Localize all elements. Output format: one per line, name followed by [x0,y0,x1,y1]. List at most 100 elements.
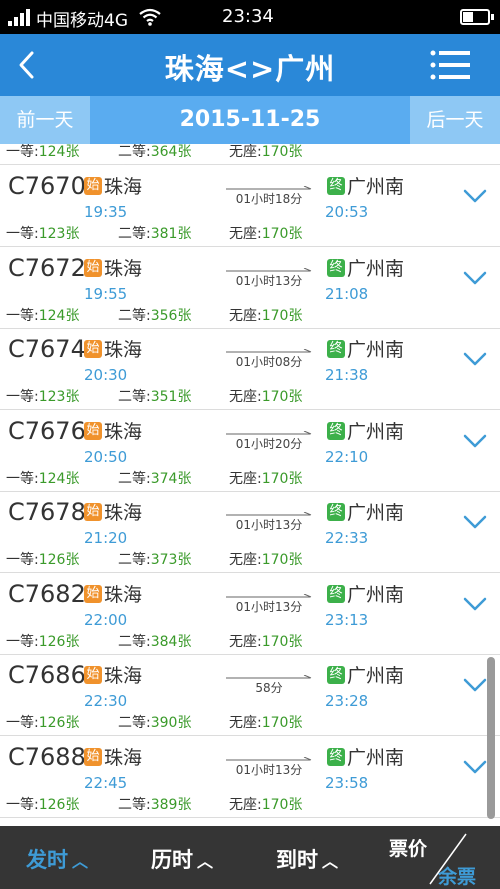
train-number: C7676 [8,416,86,445]
chevron-down-icon[interactable] [463,515,487,529]
standing-seats: 无座:170张 [229,389,303,405]
prev-day-button[interactable]: 前一天 [0,96,90,144]
sort-arrival-label: 到时 [276,848,318,872]
chevron-down-icon[interactable] [463,352,487,366]
standing-seats: 无座:170张 [229,552,303,568]
start-station-badge: 始 [84,503,102,521]
scrollbar[interactable] [487,657,495,819]
second-class-seats: 二等:389张 [118,796,192,813]
train-number: C7674 [8,335,86,363]
second-class-seats: 二等:381张 [118,226,192,242]
second-class-seats: 二等:364张 [118,144,192,160]
second-class-seats: 二等:374张 [118,470,192,487]
end-station-badge: 终 [327,666,345,684]
second-class-seats: 二等:373张 [118,552,192,568]
train-row[interactable]: C7682 始珠海 22:00 01小时13分 终广州南 23:13 一等:126张 二等:3… [0,574,500,655]
train-row[interactable]: C7674 始珠海 20:30 01小时08分 终广州南 21:38 一等:123张 二等:3… [0,329,500,410]
sort-duration-button[interactable]: 历时 ︿ [151,844,213,874]
chevron-down-icon[interactable] [463,597,487,611]
chevron-down-icon[interactable] [463,189,487,203]
start-station-badge: 始 [84,584,102,603]
arrival-time: 22:10 [325,447,369,466]
standing-seats: 无座:170张 [229,226,303,242]
duration: 01小时13分 [235,518,303,532]
train-number: C7682 [8,579,86,608]
end-station-badge: 终 [327,421,345,440]
departure-time: 22:45 [84,773,128,792]
to-station: 广州南 [347,420,405,443]
first-class-seats: 一等:126张 [6,715,80,731]
wifi-icon [139,8,161,26]
train-list: 一等:124张 二等:364张 无座:170张 C7670 始珠海 19:35 01小… [0,144,500,826]
duration: 01小时08分 [235,355,303,369]
duration: 01小时13分 [235,273,303,288]
first-class-seats: 一等:124张 [6,144,80,160]
train-number: C7686 [8,661,86,689]
train-number: C7670 [8,172,86,200]
end-station-badge: 终 [327,584,345,603]
train-row[interactable]: C7672 始珠海 19:55 01小时13分 终广州南 21:08 一等:124张 二等:3… [0,248,500,329]
chevron-down-icon[interactable] [463,271,487,285]
from-station: 珠海 [104,176,143,198]
from-station: 珠海 [104,339,143,361]
to-station: 广州南 [347,665,405,687]
next-day-button[interactable]: 后一天 [410,96,500,144]
end-station-badge: 终 [327,503,345,521]
start-station-badge: 始 [84,177,102,195]
chevron-down-icon[interactable] [463,434,487,448]
arrival-time: 23:13 [325,610,369,629]
sort-fare-button[interactable]: 票价 [389,834,427,861]
status-bar: 中国移动4G 23:34 [0,0,500,34]
second-class-seats: 二等:390张 [118,715,192,731]
from-station: 珠海 [104,583,143,606]
chevron-down-icon[interactable] [463,678,487,692]
departure-time: 19:55 [84,284,128,303]
train-row[interactable]: C7676 始珠海 20:50 01小时20分 终广州南 22:10 一等:124张 二等:3… [0,411,500,492]
from-station: 珠海 [104,746,143,769]
first-class-seats: 一等:124张 [6,470,80,487]
standing-seats: 无座:170张 [229,796,303,813]
battery-icon [460,9,494,25]
train-row[interactable]: C7688 始珠海 22:45 01小时13分 终广州南 23:58 一等:126张 二等:3… [0,737,500,818]
to-station: 广州南 [347,502,405,524]
first-class-seats: 一等:126张 [6,552,80,568]
train-row[interactable]: C7670 始珠海 19:35 01小时18分 终广州南 20:53 一等:123张 二等:3… [0,166,500,247]
sort-arrival-button[interactable]: 到时 ︿ [276,844,338,874]
menu-icon[interactable] [430,48,472,82]
first-class-seats: 一等:123张 [6,389,80,405]
divider-slash [429,833,467,885]
to-station: 广州南 [347,257,405,280]
duration: 01小时13分 [235,762,303,777]
arrival-time: 21:38 [325,366,369,384]
arrival-time: 23:28 [325,692,369,710]
end-station-badge: 终 [327,747,345,766]
arrival-time: 20:53 [325,203,369,221]
current-date[interactable]: 2015-11-25 [90,96,410,144]
chevron-down-icon[interactable] [463,760,487,774]
train-row[interactable]: C7686 始珠海 22:30 58分 终广州南 23:28 一等:126张 二等:390张 无… [0,655,500,736]
first-class-seats: 一等:124张 [6,307,80,324]
date-bar: 前一天 2015-11-25 后一天 [0,96,500,144]
from-station: 珠海 [104,257,143,280]
second-class-seats: 二等:384张 [118,633,192,650]
partial-row: 一等:124张 二等:364张 无座:170张 [0,144,500,165]
to-station: 广州南 [347,176,405,198]
departure-time: 20:30 [84,366,128,384]
standing-seats: 无座:170张 [229,633,303,650]
start-station-badge: 始 [84,258,102,277]
train-number: C7678 [8,498,86,526]
sort-bar: 发时 ︿ 历时 ︿ 到时 ︿ 票价 余票 [0,826,500,889]
start-station-badge: 始 [84,421,102,440]
chevron-up-icon: ︿ [197,852,214,871]
train-row[interactable]: C7678 始珠海 21:20 01小时13分 终广州南 22:33 一等:126张 二等:3… [0,492,500,573]
carrier-label: 中国移动4G [36,11,128,31]
status-time: 23:34 [222,6,274,27]
page-title: 珠海<>广州 [164,52,336,86]
duration: 01小时20分 [235,436,303,451]
signal-icon [8,9,32,26]
train-number: C7688 [8,742,86,771]
from-station: 珠海 [104,420,143,443]
second-class-seats: 二等:351张 [118,389,192,405]
from-station: 珠海 [104,502,143,524]
sort-departure-button[interactable]: 发时 ︿ [26,844,88,874]
